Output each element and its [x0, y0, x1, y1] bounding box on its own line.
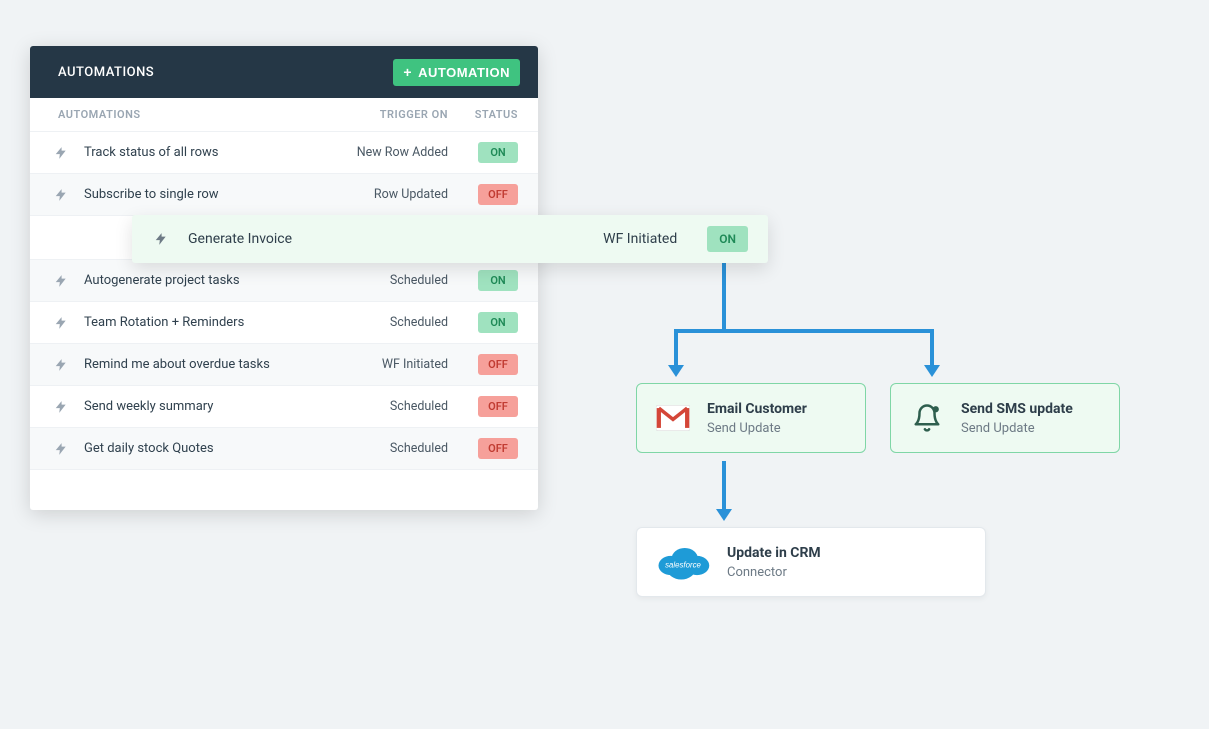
row-name: Remind me about overdue tasks	[84, 357, 318, 372]
status-badge[interactable]: OFF	[478, 354, 518, 375]
row-name: Generate Invoice	[188, 231, 547, 247]
row-trigger: WF Initiated	[547, 231, 707, 247]
row-trigger: Scheduled	[318, 441, 448, 456]
card-subtitle: Send Update	[707, 421, 807, 436]
salesforce-icon: salesforce	[655, 544, 711, 580]
status-badge[interactable]: OFF	[478, 396, 518, 417]
plus-icon: +	[403, 65, 412, 79]
connector-line	[674, 329, 934, 333]
workflow-card-crm[interactable]: salesforce Update in CRM Connector	[636, 527, 986, 597]
automations-list: Track status of all rows New Row Added O…	[30, 132, 538, 470]
row-name: Subscribe to single row	[84, 187, 318, 202]
connector-line	[722, 461, 726, 511]
bolt-icon	[52, 440, 70, 458]
bolt-icon	[52, 144, 70, 162]
connector-line	[722, 263, 726, 329]
status-badge[interactable]: OFF	[478, 438, 518, 459]
row-name: Send weekly summary	[84, 399, 318, 414]
connector-line	[674, 329, 678, 367]
row-name: Team Rotation + Reminders	[84, 315, 318, 330]
add-automation-button[interactable]: + AUTOMATION	[393, 59, 520, 86]
column-headers: AUTOMATIONS TRIGGER ON STATUS	[30, 98, 538, 132]
col-status-header: STATUS	[448, 108, 518, 121]
row-status: ON	[448, 312, 518, 333]
bolt-icon	[52, 398, 70, 416]
row-trigger: Scheduled	[318, 315, 448, 330]
panel-header: AUTOMATIONS + AUTOMATION	[30, 46, 538, 98]
arrow-down-icon	[924, 365, 940, 377]
automation-row[interactable]: Subscribe to single row Row Updated OFF	[30, 174, 538, 216]
row-name: Autogenerate project tasks	[84, 273, 318, 288]
automation-row-highlighted[interactable]: Generate Invoice WF Initiated ON	[132, 215, 768, 263]
row-status: ON	[448, 270, 518, 291]
row-status: ON	[448, 142, 518, 163]
connector-line	[930, 329, 934, 367]
arrow-down-icon	[716, 509, 732, 521]
automations-panel: AUTOMATIONS + AUTOMATION AUTOMATIONS TRI…	[30, 46, 538, 510]
bolt-icon	[152, 230, 170, 248]
row-trigger: Row Updated	[318, 187, 448, 202]
row-trigger: New Row Added	[318, 145, 448, 160]
panel-title: AUTOMATIONS	[58, 65, 154, 80]
svg-text:salesforce: salesforce	[665, 560, 701, 569]
arrow-down-icon	[668, 365, 684, 377]
row-status: OFF	[448, 438, 518, 459]
row-name: Track status of all rows	[84, 145, 318, 160]
bolt-icon	[52, 186, 70, 204]
workflow-card-email[interactable]: Email Customer Send Update	[636, 383, 866, 453]
automation-row[interactable]: Get daily stock Quotes Scheduled OFF	[30, 428, 538, 470]
card-subtitle: Connector	[727, 565, 821, 580]
bolt-icon	[52, 314, 70, 332]
row-trigger: Scheduled	[318, 399, 448, 414]
row-status: OFF	[448, 354, 518, 375]
gmail-icon	[655, 400, 691, 436]
col-automations-header: AUTOMATIONS	[58, 108, 318, 121]
status-badge[interactable]: ON	[478, 142, 518, 163]
row-status: OFF	[448, 184, 518, 205]
row-trigger: Scheduled	[318, 273, 448, 288]
status-badge[interactable]: OFF	[478, 184, 518, 205]
status-badge[interactable]: ON	[478, 270, 518, 291]
bolt-icon	[52, 272, 70, 290]
bolt-icon	[52, 356, 70, 374]
add-automation-label: AUTOMATION	[418, 65, 510, 80]
automation-row[interactable]: Send weekly summary Scheduled OFF	[30, 386, 538, 428]
automation-row[interactable]: Autogenerate project tasks Scheduled ON	[30, 260, 538, 302]
row-status: OFF	[448, 396, 518, 417]
row-trigger: WF Initiated	[318, 357, 448, 372]
automation-row[interactable]: Track status of all rows New Row Added O…	[30, 132, 538, 174]
row-name: Get daily stock Quotes	[84, 441, 318, 456]
card-title: Update in CRM	[727, 545, 821, 561]
card-title: Send SMS update	[961, 401, 1073, 417]
card-subtitle: Send Update	[961, 421, 1073, 436]
automation-row[interactable]: Team Rotation + Reminders Scheduled ON	[30, 302, 538, 344]
status-badge[interactable]: ON	[707, 226, 748, 252]
card-title: Email Customer	[707, 401, 807, 417]
bell-icon	[909, 400, 945, 436]
status-badge[interactable]: ON	[478, 312, 518, 333]
panel-footer-space	[30, 470, 538, 510]
col-trigger-header: TRIGGER ON	[318, 108, 448, 121]
automation-row[interactable]: Remind me about overdue tasks WF Initiat…	[30, 344, 538, 386]
workflow-card-sms[interactable]: Send SMS update Send Update	[890, 383, 1120, 453]
